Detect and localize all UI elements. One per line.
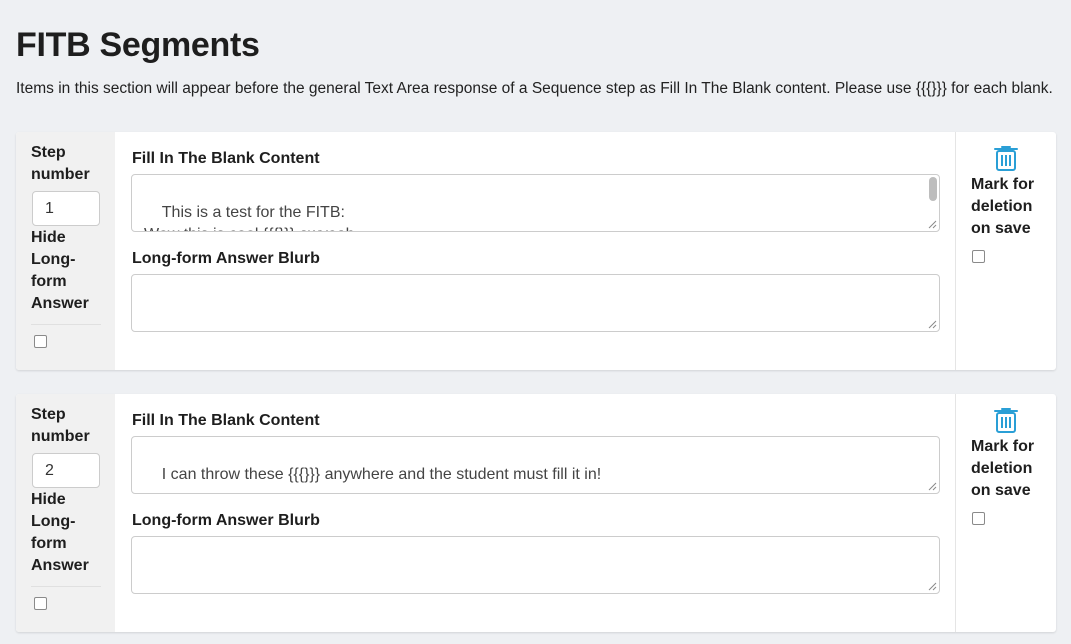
mark-for-deletion-checkbox[interactable] bbox=[972, 512, 985, 525]
divider bbox=[31, 324, 101, 325]
segment-card-2: Step number Hide Long- form Answer Fill … bbox=[16, 394, 1056, 632]
resize-handle-icon[interactable] bbox=[928, 320, 937, 329]
long-form-blurb-textarea[interactable] bbox=[131, 536, 940, 594]
delete-panel: Mark for deletion on save bbox=[955, 132, 1056, 370]
long-form-blurb-textarea[interactable] bbox=[131, 274, 940, 332]
page-title: FITB Segments bbox=[16, 26, 260, 64]
mark-for-deletion-label: Mark for deletion on save bbox=[971, 438, 1035, 499]
fitb-content-label: Fill In The Blank Content bbox=[132, 412, 320, 429]
trash-icon[interactable] bbox=[993, 406, 1019, 434]
hide-long-form-label: Hide Long- form Answer bbox=[31, 229, 89, 312]
long-form-blurb-label: Long-form Answer Blurb bbox=[132, 512, 320, 529]
step-panel: Step number Hide Long- form Answer bbox=[16, 132, 115, 370]
mark-for-deletion-label: Mark for deletion on save bbox=[971, 176, 1035, 237]
fitb-content-text: This is a test for the FITB: Wow this is… bbox=[144, 204, 359, 231]
divider bbox=[31, 586, 101, 587]
fitb-content-text: I can throw these {{{}}} anywhere and th… bbox=[161, 466, 602, 483]
step-number-label: Step number bbox=[31, 406, 90, 445]
hide-long-form-label: Hide Long- form Answer bbox=[31, 491, 89, 574]
resize-handle-icon[interactable] bbox=[928, 220, 937, 229]
long-form-blurb-label: Long-form Answer Blurb bbox=[132, 250, 320, 267]
step-number-input[interactable] bbox=[32, 191, 100, 226]
step-number-input[interactable] bbox=[32, 453, 100, 488]
resize-handle-icon[interactable] bbox=[928, 482, 937, 491]
hide-long-form-checkbox[interactable] bbox=[34, 335, 47, 348]
page-description: Items in this section will appear before… bbox=[16, 80, 1053, 97]
resize-handle-icon[interactable] bbox=[928, 582, 937, 591]
delete-panel: Mark for deletion on save bbox=[955, 394, 1056, 632]
step-panel: Step number Hide Long- form Answer bbox=[16, 394, 115, 632]
scrollbar[interactable] bbox=[929, 177, 937, 201]
fitb-content-textarea[interactable]: I can throw these {{{}}} anywhere and th… bbox=[131, 436, 940, 494]
segment-card-1: Step number Hide Long- form Answer Fill … bbox=[16, 132, 1056, 370]
hide-long-form-checkbox[interactable] bbox=[34, 597, 47, 610]
step-number-label: Step number bbox=[31, 144, 90, 183]
fitb-content-label: Fill In The Blank Content bbox=[132, 150, 320, 167]
trash-icon[interactable] bbox=[993, 144, 1019, 172]
fitb-content-textarea[interactable]: This is a test for the FITB: Wow this is… bbox=[131, 174, 940, 232]
mark-for-deletion-checkbox[interactable] bbox=[972, 250, 985, 263]
